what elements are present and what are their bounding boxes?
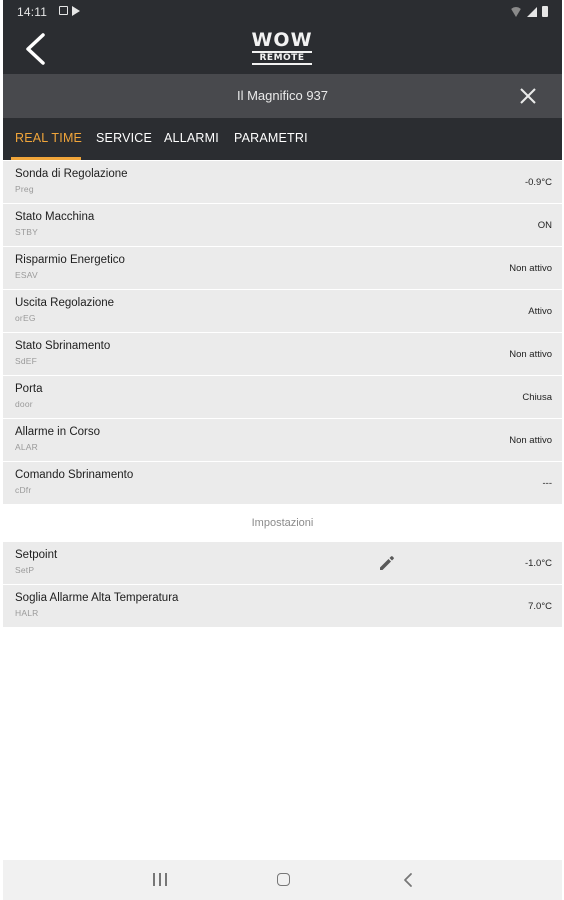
status-time: 14:11 — [17, 5, 48, 19]
status-left-icons — [59, 6, 80, 16]
item-label: Porta — [15, 383, 43, 395]
status-bar: 14:11 — [3, 0, 562, 24]
device-bar: Il Magnifico 937 — [3, 74, 562, 118]
item-code: ALAR — [15, 442, 39, 452]
item-label: Comando Sbrinamento — [15, 469, 134, 481]
item-value: Non attivo — [509, 435, 552, 446]
home-icon[interactable] — [277, 873, 290, 886]
app-header: WOW REMOTE — [3, 24, 562, 74]
item-code: ESAV — [15, 270, 38, 280]
logo-line1: WOW — [251, 29, 313, 51]
tab-bar: REAL TIME SERVICE ALLARMI PARAMETRI — [3, 118, 562, 160]
list-item[interactable]: Uscita Regolazione orEG Attivo — [3, 290, 562, 332]
list-item[interactable]: Porta door Chiusa — [3, 376, 562, 418]
back-arrow-icon — [26, 33, 45, 65]
item-code: cDfr — [15, 485, 32, 495]
item-code: SetP — [15, 565, 35, 575]
back-icon[interactable] — [401, 872, 415, 888]
edit-setpoint-button[interactable] — [378, 554, 396, 572]
close-icon — [520, 88, 536, 104]
item-label: Stato Sbrinamento — [15, 340, 111, 352]
item-code: STBY — [15, 227, 39, 237]
item-value: -1.0°C — [524, 558, 552, 569]
item-label: Risparmio Energetico — [15, 254, 125, 266]
item-value: Non attivo — [509, 349, 552, 360]
item-label: Soglia Allarme Alta Temperatura — [15, 592, 179, 604]
recents-icon[interactable] — [153, 873, 167, 887]
list-item[interactable]: Stato Sbrinamento SdEF Non attivo — [3, 333, 562, 375]
device-name: Il Magnifico 937 — [236, 88, 329, 103]
item-label: Setpoint — [15, 549, 58, 561]
tab-parametri[interactable]: PARAMETRI — [234, 131, 308, 145]
item-label: Sonda di Regolazione — [15, 168, 128, 180]
status-right-icons — [510, 6, 548, 17]
back-button[interactable] — [21, 32, 55, 66]
item-value: --- — [542, 478, 553, 489]
app-screen: 14:11 WOW REMOTE Il Magnifico 937 REAL T… — [3, 0, 562, 900]
item-value: 7.0°C — [528, 601, 552, 612]
item-code: SdEF — [15, 356, 38, 366]
list-item[interactable]: Risparmio Energetico ESAV Non attivo — [3, 247, 562, 289]
item-code: Preg — [15, 184, 34, 194]
list-item[interactable]: Stato Macchina STBY ON — [3, 204, 562, 246]
setpoint-row[interactable]: Setpoint SetP -1.0°C — [3, 542, 562, 584]
item-label: Allarme in Corso — [15, 426, 100, 438]
logo-line2: REMOTE — [252, 51, 312, 65]
system-nav-bar — [3, 860, 562, 900]
item-value: -0.9°C — [524, 177, 552, 188]
alarm-threshold-row[interactable]: Soglia Allarme Alta Temperatura HALR 7.0… — [3, 585, 562, 627]
item-code: orEG — [15, 313, 36, 323]
list-item[interactable]: Comando Sbrinamento cDfr --- — [3, 462, 562, 504]
signal-icon — [527, 7, 537, 17]
wow-remote-logo: WOW REMOTE — [249, 30, 315, 68]
tab-allarmi[interactable]: ALLARMI — [164, 131, 219, 145]
item-code: HALR — [15, 608, 39, 618]
item-value: Chiusa — [522, 392, 552, 403]
close-button[interactable] — [519, 87, 537, 105]
item-label: Uscita Regolazione — [15, 297, 115, 309]
list-item[interactable]: Sonda di Regolazione Preg -0.9°C — [3, 161, 562, 203]
tab-service[interactable]: SERVICE — [96, 131, 152, 145]
item-value: ON — [537, 220, 552, 231]
item-value: Non attivo — [509, 263, 552, 274]
item-code: door — [15, 399, 33, 409]
play-store-icon — [72, 6, 80, 16]
item-label: Stato Macchina — [15, 211, 95, 223]
image-icon — [59, 6, 68, 15]
battery-icon — [542, 6, 548, 17]
wifi-icon — [510, 7, 522, 17]
tab-real-time[interactable]: REAL TIME — [15, 131, 82, 145]
list-item[interactable]: Allarme in Corso ALAR Non attivo — [3, 419, 562, 461]
active-tab-indicator — [11, 157, 81, 160]
pencil-icon — [380, 556, 394, 570]
settings-section-title: Impostazioni — [251, 517, 314, 529]
item-value: Attivo — [528, 306, 552, 317]
